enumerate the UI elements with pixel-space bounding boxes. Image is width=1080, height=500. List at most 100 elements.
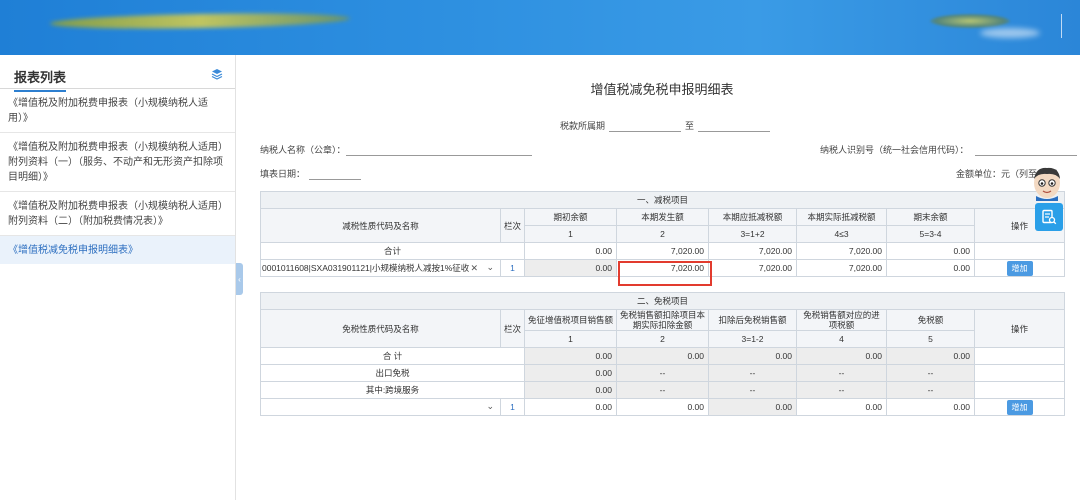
total-value: 0.00 bbox=[886, 242, 975, 260]
taxpayer-name-label: 纳税人名称（公章）： bbox=[260, 145, 346, 155]
taxpayer-name-row: 纳税人名称（公章）： bbox=[260, 143, 532, 156]
export-exempt-row: 出口免税 0.00 -- -- -- -- bbox=[260, 364, 1066, 382]
chevron-down-icon[interactable]: ⌄ bbox=[486, 262, 494, 273]
col-number: 2 bbox=[616, 330, 709, 348]
col-number: 5=3-4 bbox=[886, 225, 975, 243]
table-cell: -- bbox=[708, 364, 797, 382]
add-exemption-row-button[interactable]: 增加 bbox=[1006, 399, 1033, 415]
total-value: 0.00 bbox=[524, 242, 617, 260]
document-search-icon bbox=[1042, 209, 1057, 225]
col-number: 2 bbox=[616, 225, 709, 243]
layers-icon[interactable] bbox=[211, 68, 223, 80]
banner-cloud-decoration bbox=[980, 28, 1040, 38]
chevron-left-icon: ‹ bbox=[238, 274, 241, 284]
total-label: 合计 bbox=[260, 242, 525, 260]
col-opening: 期初余额 bbox=[524, 208, 617, 226]
reduction-code-select[interactable]: 0001011608|SXA031901121|小规模纳税人减按1%征收 ✕ ⌄ bbox=[260, 259, 501, 277]
after-deduction-cell: 0.00 bbox=[708, 398, 797, 416]
reduction-data-row: 0001011608|SXA031901121|小规模纳税人减按1%征收 ✕ ⌄… bbox=[260, 259, 1066, 277]
main-content: 增值税减免税申报明细表 税款所属期 至 纳税人名称（公章）： 纳税人识别号（统一… bbox=[244, 55, 1080, 500]
col-code-name: 减税性质代码及名称 bbox=[260, 208, 501, 243]
add-reduction-row-button[interactable]: 增加 bbox=[1006, 260, 1033, 276]
reduction-total-row: 合计 0.00 7,020.00 7,020.00 7,020.00 0.00 bbox=[260, 242, 1066, 260]
total-value: 7,020.00 bbox=[796, 242, 887, 260]
table-cell: -- bbox=[708, 381, 797, 399]
period-label: 税款所属期 bbox=[560, 121, 606, 131]
period-end-field[interactable] bbox=[698, 120, 771, 132]
row-label: 合 计 bbox=[260, 347, 525, 365]
exempt-sales-input[interactable]: 0.00 bbox=[524, 398, 617, 416]
total-value: 7,020.00 bbox=[708, 242, 797, 260]
period-start-field[interactable] bbox=[609, 120, 682, 132]
clear-icon[interactable]: ✕ bbox=[470, 263, 478, 274]
row-label: 出口免税 bbox=[260, 364, 525, 382]
col-current-deductible: 本期应抵减税额 bbox=[708, 208, 797, 226]
table-cell: 0.00 bbox=[616, 347, 709, 365]
exemption-code-select[interactable]: ⌄ bbox=[260, 398, 501, 416]
sidebar-collapse-handle[interactable]: ‹ bbox=[236, 263, 243, 295]
col-closing: 期末余额 bbox=[886, 208, 975, 226]
sidebar-item-reduction-detail[interactable]: 《增值税减免税申报明细表》 bbox=[0, 236, 235, 264]
col-number: 5 bbox=[886, 330, 975, 348]
sidebar-item-main-form[interactable]: 《增值税及附加税费申报表（小规模纳税人适用）》 bbox=[0, 89, 235, 133]
col-number: 3=1-2 bbox=[708, 330, 797, 348]
col-number: 1 bbox=[524, 225, 617, 243]
exempt-tax-input[interactable]: 0.00 bbox=[886, 398, 975, 416]
reduction-code-value: 0001011608|SXA031901121|小规模纳税人减按1%征收 bbox=[262, 263, 470, 273]
col-number: 4 bbox=[796, 330, 887, 348]
header-banner bbox=[0, 0, 1080, 55]
sidebar-item-schedule-2[interactable]: 《增值税及附加税费申报表（小规模纳税人适用）附列资料（二）（附加税费情况表）》 bbox=[0, 192, 235, 236]
col-row-no: 栏次 bbox=[500, 208, 525, 243]
report-list-sidebar: 报表列表 《增值税及附加税费申报表（小规模纳税人适用）》 《增值税及附加税费申报… bbox=[0, 55, 236, 500]
period-to-label: 至 bbox=[685, 121, 695, 131]
deduction-input[interactable]: 0.00 bbox=[616, 398, 709, 416]
table-cell: 0.00 bbox=[524, 381, 617, 399]
banner-island-decoration bbox=[930, 14, 1010, 28]
row-number: 1 bbox=[500, 398, 525, 416]
reduction-section-title: 一、减税项目 bbox=[259, 191, 1066, 209]
col-after-deduction: 扣除后免税销售额 bbox=[708, 309, 797, 331]
exemption-table: 二、免税项目 免税性质代码及名称 栏次 免征增值税项目销售额 免税销售额扣除项目… bbox=[259, 292, 1066, 416]
table-cell: -- bbox=[886, 381, 975, 399]
banner-decoration bbox=[49, 11, 351, 31]
input-tax-input[interactable]: 0.00 bbox=[796, 398, 887, 416]
row-number: 1 bbox=[500, 259, 525, 277]
col-code-name: 免税性质代码及名称 bbox=[260, 309, 501, 348]
current-deductible-cell: 7,020.00 bbox=[708, 259, 797, 277]
current-actual-input[interactable]: 7,020.00 bbox=[796, 259, 887, 277]
table-cell: 0.00 bbox=[524, 347, 617, 365]
table-cell: 0.00 bbox=[708, 347, 797, 365]
col-deduction: 免税销售额扣除项目本期实际扣除金额 bbox=[616, 309, 709, 331]
sidebar-item-schedule-1[interactable]: 《增值税及附加税费申报表（小规模纳税人适用）附列资料（一）（服务、不动产和无形资… bbox=[0, 133, 235, 192]
fill-date-field[interactable] bbox=[309, 168, 362, 180]
table-cell: -- bbox=[886, 364, 975, 382]
col-number: 4≤3 bbox=[796, 225, 887, 243]
table-cell: 0.00 bbox=[796, 347, 887, 365]
assistant-avatar-icon[interactable] bbox=[1030, 165, 1064, 201]
table-cell: -- bbox=[616, 364, 709, 382]
col-current-actual: 本期实际抵减税额 bbox=[796, 208, 887, 226]
page-title: 增值税减免税申报明细表 bbox=[590, 82, 734, 97]
exemption-total-row: 合 计 0.00 0.00 0.00 0.00 0.00 bbox=[260, 347, 1066, 365]
sidebar-header: 报表列表 bbox=[0, 55, 235, 92]
banner-divider bbox=[1061, 14, 1062, 38]
taxpayer-name-field[interactable] bbox=[345, 144, 532, 156]
chevron-down-icon[interactable]: ⌄ bbox=[486, 401, 494, 412]
row-label: 其中:跨境服务 bbox=[260, 381, 525, 399]
closing-balance-cell: 0.00 bbox=[886, 259, 975, 277]
table-cell: 0.00 bbox=[886, 347, 975, 365]
col-exempt-tax: 免税额 bbox=[886, 309, 975, 331]
exemption-section-title: 二、免税项目 bbox=[259, 292, 1066, 310]
cross-border-row: 其中:跨境服务 0.00 -- -- -- -- bbox=[260, 381, 1066, 399]
col-current-amount: 本期发生额 bbox=[616, 208, 709, 226]
table-cell: -- bbox=[796, 364, 887, 382]
fill-date-row: 填表日期： bbox=[260, 167, 362, 180]
reduction-table: 一、减税项目 减税性质代码及名称 栏次 期初余额 本期发生额 本期应抵减税额 本… bbox=[259, 191, 1066, 277]
current-amount-input[interactable]: 7,020.00 bbox=[616, 259, 709, 277]
col-number: 3=1+2 bbox=[708, 225, 797, 243]
table-cell: -- bbox=[616, 381, 709, 399]
taxpayer-id-label: 纳税人识别号（统一社会信用代码）： bbox=[820, 145, 969, 155]
taxpayer-id-field[interactable] bbox=[974, 144, 1077, 156]
col-input-tax: 免税销售额对应的进项税额 bbox=[796, 309, 887, 331]
document-search-button[interactable] bbox=[1035, 203, 1063, 231]
